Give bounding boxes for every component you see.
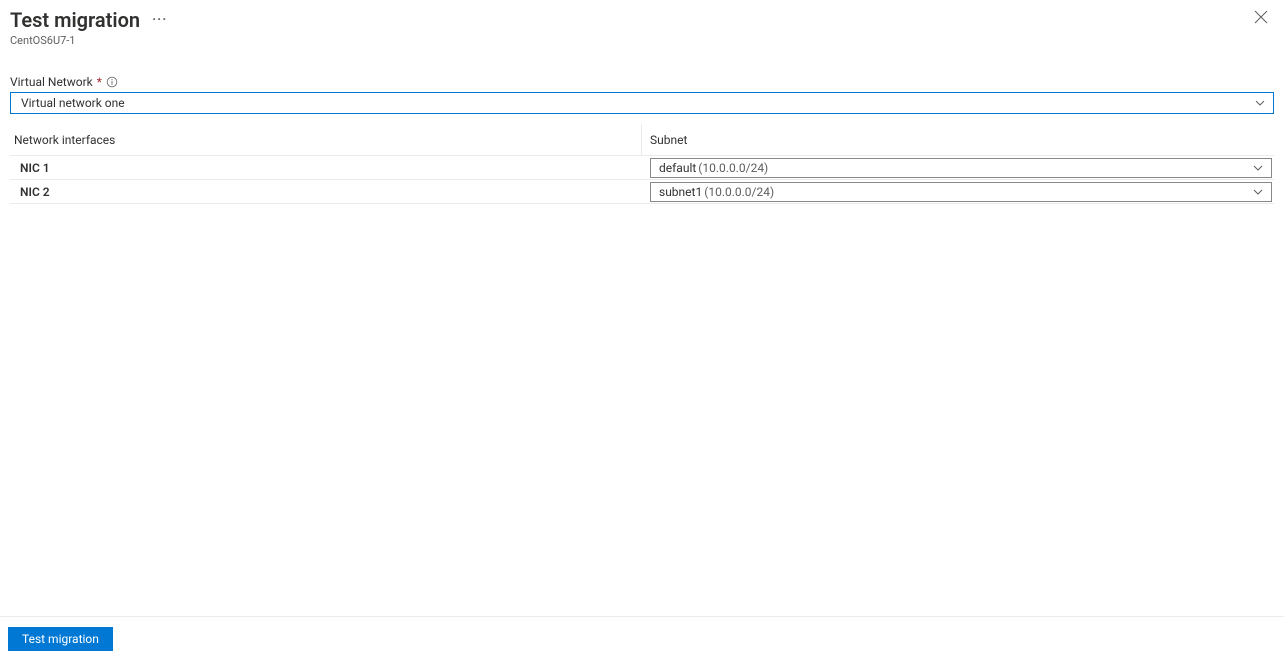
more-actions-icon[interactable]: ··· bbox=[152, 12, 167, 28]
test-migration-button[interactable]: Test migration bbox=[8, 627, 113, 651]
virtual-network-label: Virtual Network bbox=[10, 75, 93, 89]
table-row: NIC 2 subnet1 (10.0.0.0/24) bbox=[10, 180, 1274, 204]
virtual-network-dropdown[interactable]: Virtual network one bbox=[10, 92, 1274, 114]
subnet-cell: default (10.0.0.0/24) bbox=[642, 158, 1274, 178]
column-header-interfaces: Network interfaces bbox=[10, 124, 642, 155]
close-button[interactable] bbox=[1248, 8, 1274, 29]
subnet-dropdown-nic2[interactable]: subnet1 (10.0.0.0/24) bbox=[650, 182, 1272, 202]
close-icon bbox=[1254, 10, 1268, 24]
table-row: NIC 1 default (10.0.0.0/24) bbox=[10, 156, 1274, 180]
title-block: Test migration ··· CentOS6U7-1 bbox=[10, 8, 1248, 47]
chevron-down-icon bbox=[1251, 185, 1265, 199]
chevron-down-icon bbox=[1253, 96, 1267, 110]
page-title-row: Test migration ··· bbox=[10, 8, 167, 32]
info-icon[interactable] bbox=[106, 76, 119, 89]
subnet-cidr: (10.0.0.0/24) bbox=[704, 185, 774, 199]
panel-content: Virtual Network * Virtual network one Ne… bbox=[0, 49, 1284, 616]
panel-header: Test migration ··· CentOS6U7-1 bbox=[0, 0, 1284, 49]
chevron-down-icon bbox=[1251, 161, 1265, 175]
panel-footer: Test migration bbox=[0, 616, 1284, 661]
subnet-cidr: (10.0.0.0/24) bbox=[698, 161, 768, 175]
subnet-name: default bbox=[659, 161, 696, 175]
subnet-cell: subnet1 (10.0.0.0/24) bbox=[642, 182, 1274, 202]
required-indicator: * bbox=[97, 75, 102, 89]
page-title: Test migration bbox=[10, 8, 140, 32]
subnet-dropdown-nic1[interactable]: default (10.0.0.0/24) bbox=[650, 158, 1272, 178]
subnet-name: subnet1 bbox=[659, 185, 702, 199]
page-subtitle: CentOS6U7-1 bbox=[10, 34, 1248, 47]
nic-table: Network interfaces Subnet NIC 1 default … bbox=[10, 124, 1274, 204]
virtual-network-label-row: Virtual Network * bbox=[10, 75, 119, 89]
nic-name: NIC 2 bbox=[10, 185, 642, 199]
table-header: Network interfaces Subnet bbox=[10, 124, 1274, 156]
column-header-subnet: Subnet bbox=[642, 124, 1274, 155]
virtual-network-selected: Virtual network one bbox=[21, 96, 1253, 110]
nic-name: NIC 1 bbox=[10, 161, 642, 175]
